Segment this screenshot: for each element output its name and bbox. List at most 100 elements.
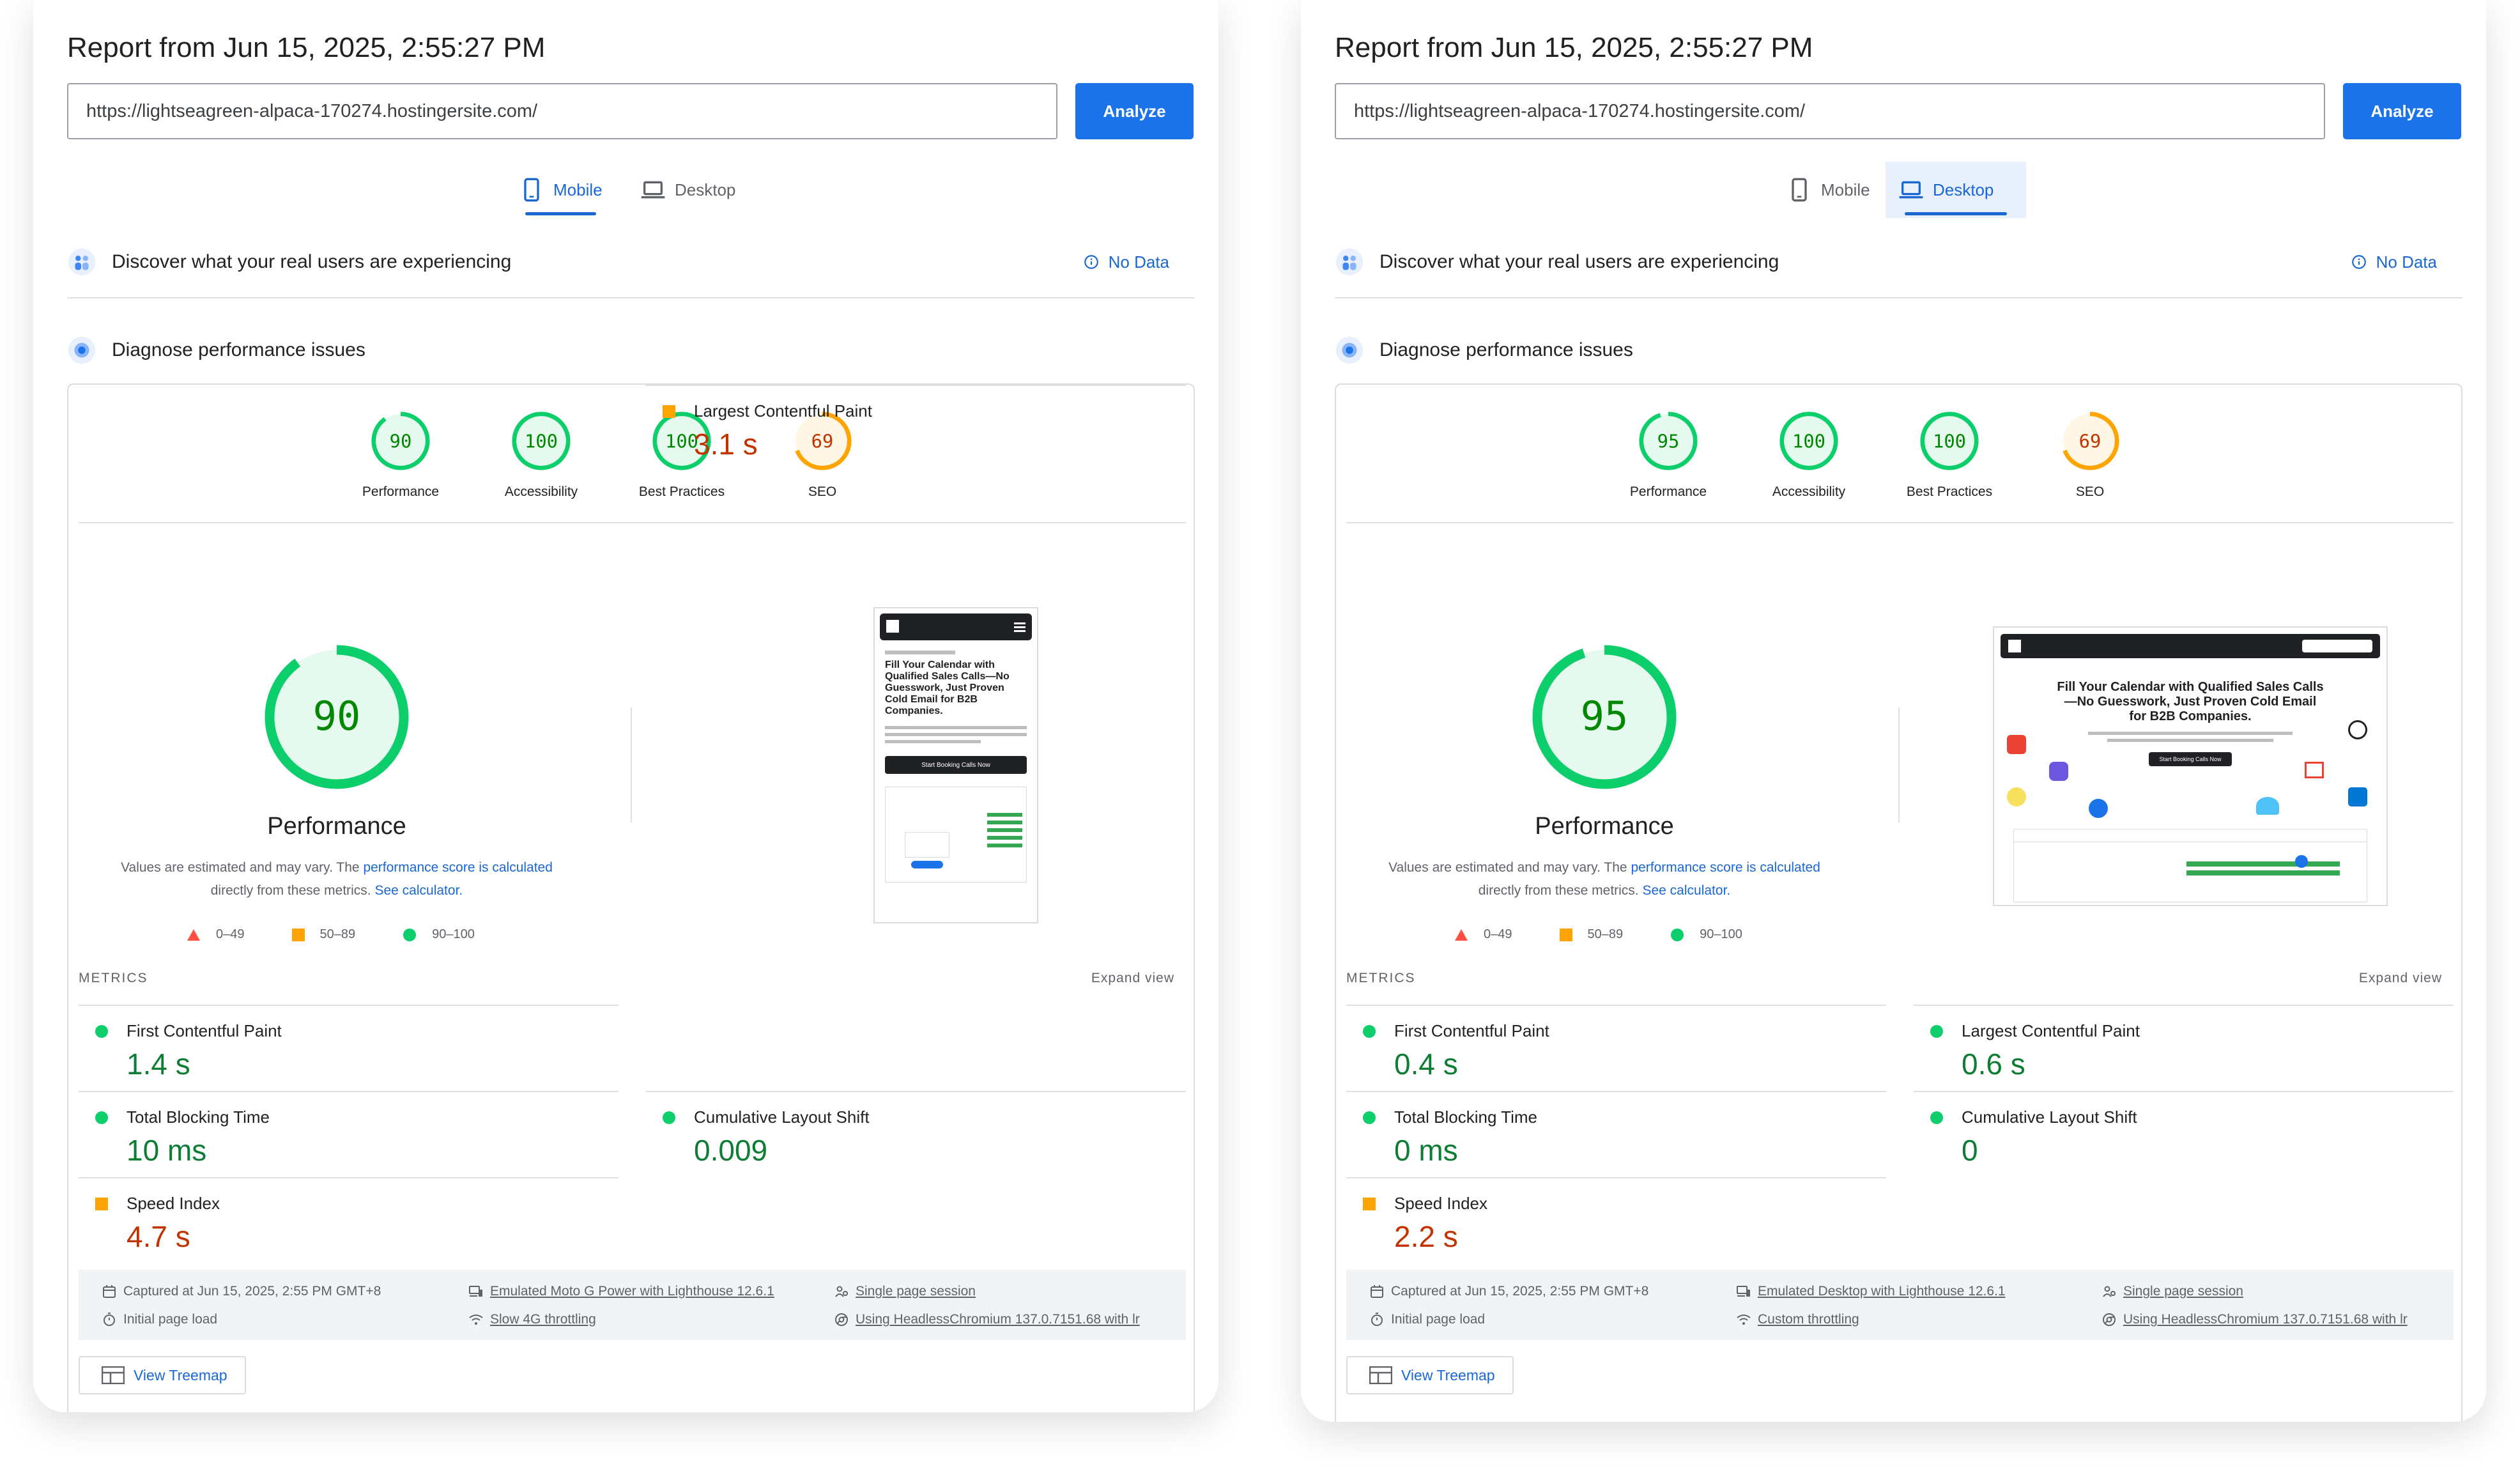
- preview-button: [911, 861, 943, 868]
- tab-label: Mobile: [1821, 180, 1870, 199]
- score-gauge: 100: [1920, 412, 1979, 470]
- good-indicator-icon: [1363, 1025, 1376, 1038]
- divider: [1346, 522, 2454, 523]
- analyze-button[interactable]: Analyze: [1075, 83, 1194, 139]
- url-input[interactable]: https://lightseagreen-alpaca-170274.host…: [1335, 83, 2325, 139]
- metric-tbt: Total Blocking Time 0 ms: [1346, 1091, 1886, 1177]
- gauge-score: 69: [2079, 431, 2101, 452]
- metric-lcp: Largest Contentful Paint 0.6 s: [1914, 1005, 2454, 1091]
- metric-cls: Cumulative Layout Shift 0.009: [646, 1091, 1186, 1177]
- score-gauge: 90: [371, 412, 430, 470]
- score-gauge: 69: [2061, 412, 2119, 470]
- emulated-device[interactable]: Emulated Moto G Power with Lighthouse 12…: [468, 1284, 774, 1299]
- metric-name: Total Blocking Time: [1394, 1107, 1537, 1127]
- menu-icon: [1014, 622, 1026, 624]
- gauge-label: Performance: [1629, 484, 1707, 499]
- devices-icon: [1737, 1286, 1750, 1297]
- phone-icon: [1792, 178, 1807, 202]
- footer-text: Captured at Jun 15, 2025, 2:55 PM GMT+8: [123, 1284, 381, 1299]
- throttling[interactable]: Slow 4G throttling: [468, 1312, 596, 1327]
- good-indicator-icon: [1363, 1111, 1376, 1124]
- site-header: [880, 613, 1032, 640]
- report-panel-desktop: Report from Jun 15, 2025, 2:55:27 PM htt…: [1301, 0, 2486, 1422]
- gauge-performance[interactable]: 90 Performance: [337, 410, 465, 500]
- site-header: [2001, 634, 2380, 658]
- tab-desktop[interactable]: Desktop: [1886, 162, 2026, 218]
- gauge-accessibility[interactable]: 100 Accessibility: [477, 410, 605, 500]
- metric-name: Speed Index: [127, 1194, 220, 1213]
- legend-poor: 0–49: [1454, 927, 1512, 942]
- browser-version[interactable]: Using HeadlessChromium 137.0.7151.68 wit…: [834, 1312, 1140, 1327]
- metric-name: Speed Index: [1394, 1194, 1488, 1213]
- lab-data-card: 95 Performance 100 Accessibility 100 Bes…: [1335, 383, 2462, 1422]
- session-type[interactable]: Single page session: [834, 1284, 976, 1299]
- metric-value: 0.009: [694, 1134, 768, 1167]
- metric-value: 4.7 s: [127, 1220, 190, 1253]
- score-gauge: 100: [1779, 412, 1838, 470]
- devices-icon: [469, 1286, 482, 1297]
- view-treemap-button[interactable]: View Treemap: [79, 1356, 246, 1394]
- gauge-accessibility[interactable]: 100 Accessibility: [1745, 410, 1873, 500]
- preview-cta: Start Booking Calls Now: [2149, 752, 2232, 766]
- browser-version[interactable]: Using HeadlessChromium 137.0.7151.68 wit…: [2101, 1312, 2408, 1327]
- gauge-label: Accessibility: [504, 484, 578, 499]
- final-screenshot[interactable]: Fill Your Calendar with Qualified Sales …: [873, 607, 1038, 923]
- session-type[interactable]: Single page session: [2101, 1284, 2243, 1299]
- expand-view-button[interactable]: Expand view: [1091, 971, 1174, 986]
- performance-score-link[interactable]: performance score is calculated: [363, 860, 552, 875]
- gauge-label: Best Practices: [638, 484, 725, 499]
- emulated-device[interactable]: Emulated Desktop with Lighthouse 12.6.1: [1736, 1284, 2006, 1299]
- tab-mobile[interactable]: Mobile: [506, 162, 615, 218]
- footer-text: Emulated Moto G Power with Lighthouse 12…: [490, 1284, 774, 1299]
- laptop-icon: [1899, 181, 1923, 199]
- timer-icon: [1371, 1313, 1383, 1326]
- see-calculator-link[interactable]: See calculator.: [374, 883, 463, 898]
- metric-tbt: Total Blocking Time 10 ms: [79, 1091, 618, 1177]
- gauge-best-practices[interactable]: 100 Best Practices: [1886, 410, 2013, 500]
- metric-name: First Contentful Paint: [127, 1021, 282, 1040]
- metric-name: Cumulative Layout Shift: [694, 1107, 870, 1127]
- no-data-link[interactable]: No Data: [2351, 252, 2437, 272]
- site-logo: [2008, 640, 2021, 652]
- preview-line: [2088, 732, 2293, 735]
- gauge-score: 100: [1792, 431, 1825, 452]
- preview-event: [2186, 861, 2340, 867]
- performance-score-link[interactable]: performance score is calculated: [1631, 860, 1820, 875]
- gauge-performance[interactable]: 95 Performance: [1604, 410, 1732, 500]
- field-data-section: Discover what your real users are experi…: [1335, 243, 2462, 281]
- no-data-link[interactable]: No Data: [1083, 252, 1169, 272]
- treemap-label: View Treemap: [134, 1366, 227, 1384]
- legend-good: 90–100: [1670, 927, 1742, 942]
- report-title: Report from Jun 15, 2025, 2:55:27 PM: [67, 32, 546, 63]
- tab-mobile[interactable]: Mobile: [1774, 162, 1883, 218]
- preview-line: [885, 733, 1027, 736]
- metric-si: Speed Index 2.2 s: [1346, 1177, 1886, 1263]
- throttling[interactable]: Custom throttling: [1736, 1312, 1859, 1327]
- see-calculator-link[interactable]: See calculator.: [1642, 883, 1730, 898]
- tab-desktop[interactable]: Desktop: [627, 162, 748, 218]
- tab-label: Mobile: [553, 180, 603, 199]
- analyze-button[interactable]: Analyze: [2343, 83, 2461, 139]
- captured-at: Captured at Jun 15, 2025, 2:55 PM GMT+8: [102, 1284, 381, 1299]
- gauge-score: 90: [390, 431, 412, 452]
- calendar-toolbar: [2014, 829, 2367, 842]
- square-icon: [1559, 928, 1572, 941]
- gauge-label: Performance: [362, 484, 440, 499]
- performance-score: 90: [313, 693, 361, 739]
- view-treemap-button[interactable]: View Treemap: [1346, 1356, 1514, 1394]
- preview-line: [885, 726, 1027, 729]
- preview-event: [987, 813, 1022, 817]
- expand-view-button[interactable]: Expand view: [2359, 971, 2442, 986]
- url-input[interactable]: https://lightseagreen-alpaca-170274.host…: [67, 83, 1057, 139]
- score-legend: 0–49 50–89 90–100: [187, 927, 475, 942]
- lighthouse-icon: [68, 336, 96, 364]
- final-screenshot[interactable]: Fill Your Calendar with Qualified Sales …: [1993, 626, 2388, 906]
- laptop-icon: [641, 181, 665, 199]
- metric-name: First Contentful Paint: [1394, 1021, 1549, 1040]
- metric-value: 0.6 s: [1962, 1047, 2025, 1081]
- gauge-seo[interactable]: 69 SEO: [2026, 410, 2154, 500]
- desc-text: Values are estimated and may vary. The: [121, 860, 364, 875]
- chrome-icon: [2103, 1313, 2116, 1326]
- header-button: [2302, 640, 2372, 652]
- good-indicator-icon: [1930, 1111, 1943, 1124]
